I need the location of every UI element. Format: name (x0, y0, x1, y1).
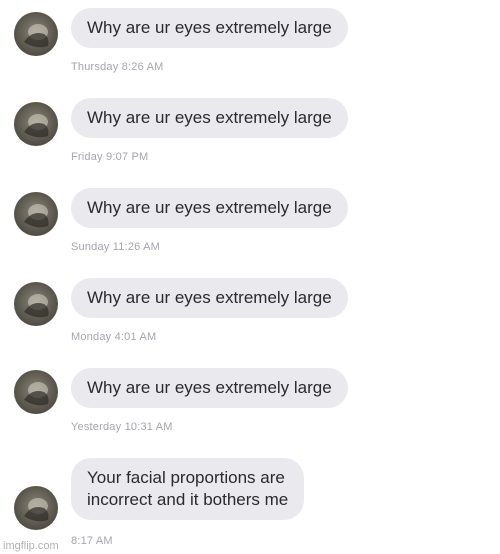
avatar[interactable] (14, 370, 58, 414)
message-bubble[interactable]: Why are ur eyes extremely large (71, 278, 348, 318)
message-bubble[interactable]: Why are ur eyes extremely large (71, 188, 348, 228)
avatar-image (24, 204, 49, 228)
message-timestamp: Monday 4:01 AM (71, 331, 157, 343)
avatar-image (24, 24, 49, 48)
avatar-image (24, 382, 49, 406)
message-text: Why are ur eyes extremely large (87, 108, 332, 127)
message-text: Why are ur eyes extremely large (87, 198, 332, 217)
avatar[interactable] (14, 486, 58, 530)
message-timestamp: Thursday 8:26 AM (71, 61, 164, 73)
avatar-image (24, 114, 49, 138)
message-timestamp: 8:17 AM (71, 535, 113, 547)
message-bubble[interactable]: Why are ur eyes extremely large (71, 368, 348, 408)
message-bubble[interactable]: Why are ur eyes extremely large (71, 8, 348, 48)
message-bubble[interactable]: Your facial proportions are incorrect an… (71, 458, 305, 520)
message-bubble[interactable]: Why are ur eyes extremely large (71, 98, 348, 138)
avatar-image (24, 498, 49, 522)
avatar[interactable] (14, 192, 58, 236)
message-text-line: incorrect and it bothers me (87, 490, 289, 509)
message-text: Why are ur eyes extremely large (87, 18, 332, 37)
watermark: imgflip.com (3, 540, 59, 552)
avatar[interactable] (14, 12, 58, 56)
avatar[interactable] (14, 282, 58, 326)
message-text: Why are ur eyes extremely large (87, 378, 332, 397)
avatar[interactable] (14, 102, 58, 146)
message-timestamp: Friday 9:07 PM (71, 151, 149, 163)
message-text: Why are ur eyes extremely large (87, 288, 332, 307)
message-text-line: Your facial proportions are (87, 468, 285, 487)
message-timestamp: Sunday 11:26 AM (71, 241, 161, 253)
message-timestamp: Yesterday 10:31 AM (71, 421, 173, 433)
avatar-image (24, 294, 49, 318)
